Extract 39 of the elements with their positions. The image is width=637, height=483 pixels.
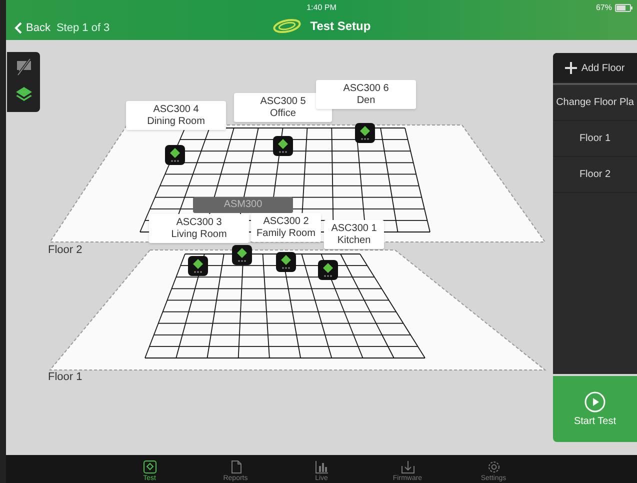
gear-icon [486, 460, 500, 474]
room-name: Kitchen [337, 234, 371, 246]
screen-title: Test Setup [310, 19, 371, 33]
add-floor-button[interactable]: Add Floor [553, 53, 637, 85]
device-model: ASC300 6 [343, 83, 389, 94]
start-test-button[interactable]: Start Test [553, 376, 637, 442]
floor-label: Floor 2 [48, 244, 82, 256]
plus-icon [565, 62, 578, 74]
battery-percent: 67% [596, 3, 612, 12]
device-model: ASC300 2 [263, 216, 309, 228]
room-name: Den [356, 94, 376, 106]
device-model: ASC300 5 [260, 96, 306, 108]
device-callout: ASM300 [193, 197, 293, 213]
room-name: Living Room [171, 228, 227, 240]
device-model: ASC300 3 [176, 217, 222, 228]
back-button[interactable]: Back [14, 22, 50, 34]
sensor-device-icon[interactable] [354, 122, 376, 144]
document-icon [228, 460, 242, 474]
room-name: Family Room [256, 228, 316, 239]
floor-label: Floor 1 [48, 371, 82, 383]
sensor-device-icon[interactable] [272, 135, 294, 157]
chevron-left-icon [14, 22, 22, 34]
sensor-device-icon[interactable] [164, 144, 186, 166]
device-model: ASC300 4 [153, 104, 199, 116]
step-indicator: Step 1 of 3 [56, 22, 110, 34]
play-icon [584, 391, 606, 413]
sensor-device-icon[interactable] [187, 255, 209, 277]
room-name: Office [270, 108, 296, 119]
swirl-logo-icon [272, 18, 302, 34]
device-model: ASC300 1 [331, 223, 377, 234]
sensor-icon [142, 460, 156, 474]
sensor-device-icon[interactable] [275, 251, 297, 273]
sensor-device-icon[interactable] [231, 244, 253, 266]
status-time: 1:40 PM [306, 3, 336, 12]
bar-chart-icon [314, 460, 328, 474]
sensor-device-icon[interactable] [317, 259, 339, 281]
room-name: Dining Room [147, 116, 205, 127]
battery-icon [615, 4, 633, 12]
download-icon [400, 460, 414, 474]
